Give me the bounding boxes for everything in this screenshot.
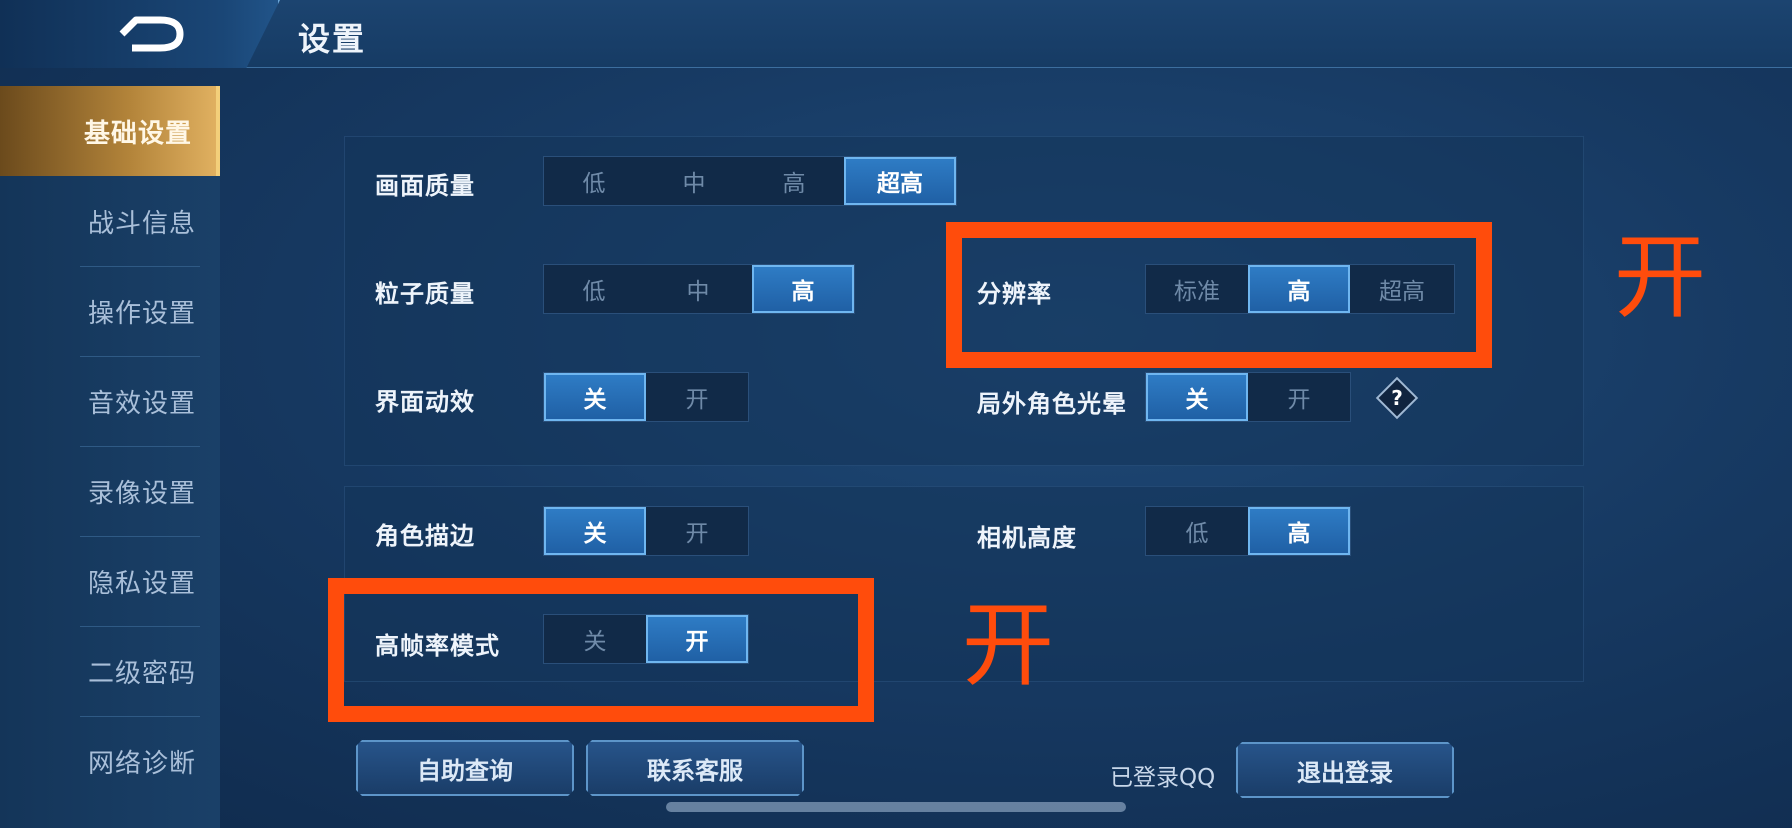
back-area — [0, 0, 280, 68]
picture-quality-option-low[interactable]: 低 — [544, 157, 644, 205]
help-icon-glyph: ? — [1391, 386, 1403, 410]
hero-glow-option-on[interactable]: 开 — [1248, 373, 1350, 421]
sidebar-item-sound[interactable]: 音效设置 — [0, 356, 220, 446]
contact-support-button[interactable]: 联系客服 — [586, 740, 804, 796]
sidebar-item-network[interactable]: 网络诊断 — [0, 716, 220, 806]
resolution-highlight-box — [946, 222, 1492, 368]
particle-quality-option-high[interactable]: 高 — [752, 265, 854, 313]
particle-quality-label: 粒子质量 — [375, 280, 475, 308]
picture-quality-option-high[interactable]: 高 — [744, 157, 844, 205]
camera-height-option-low[interactable]: 低 — [1146, 507, 1248, 555]
self-service-button[interactable]: 自助查询 — [356, 740, 574, 796]
fps-highlight-box — [328, 578, 874, 722]
outline-toggle: 关 开 — [543, 506, 749, 556]
ui-animation-toggle: 关 开 — [543, 372, 749, 422]
sidebar-item-battle-info[interactable]: 战斗信息 — [0, 176, 220, 266]
ui-animation-label: 界面动效 — [375, 388, 475, 416]
ui-animation-option-off[interactable]: 关 — [544, 373, 646, 421]
picture-quality-selector: 低 中 高 超高 — [543, 156, 957, 206]
sidebar: 基础设置 战斗信息 操作设置 音效设置 录像设置 隐私设置 二级密码 网络诊断 — [0, 86, 220, 828]
camera-height-option-high[interactable]: 高 — [1248, 507, 1350, 555]
resolution-highlight-note: 开 — [1614, 224, 1707, 331]
fps-highlight-note: 开 — [962, 592, 1055, 699]
outline-label: 角色描边 — [375, 522, 475, 550]
page-title: 设置 — [298, 20, 367, 58]
hero-glow-option-off[interactable]: 关 — [1146, 373, 1248, 421]
sidebar-item-privacy[interactable]: 隐私设置 — [0, 536, 220, 626]
outline-option-off[interactable]: 关 — [544, 507, 646, 555]
login-status: 已登录QQ — [1110, 765, 1216, 791]
picture-quality-option-ultra[interactable]: 超高 — [844, 157, 956, 205]
particle-quality-option-medium[interactable]: 中 — [644, 265, 752, 313]
sidebar-item-replay[interactable]: 录像设置 — [0, 446, 220, 536]
camera-height-toggle: 低 高 — [1145, 506, 1351, 556]
ui-animation-option-on[interactable]: 开 — [646, 373, 748, 421]
sidebar-item-controls[interactable]: 操作设置 — [0, 266, 220, 356]
sidebar-item-basic[interactable]: 基础设置 — [0, 86, 220, 176]
particle-quality-option-low[interactable]: 低 — [544, 265, 644, 313]
particle-quality-selector: 低 中 高 — [543, 264, 855, 314]
picture-quality-label: 画面质量 — [375, 172, 475, 200]
home-indicator — [666, 802, 1126, 812]
top-bar: 设置 — [0, 0, 1792, 68]
hero-glow-label: 局外角色光晕 — [977, 390, 1127, 418]
hero-glow-toggle: 关 开 — [1145, 372, 1351, 422]
back-arrow-icon[interactable] — [118, 14, 186, 54]
logout-button[interactable]: 退出登录 — [1236, 742, 1454, 798]
camera-height-label: 相机高度 — [977, 524, 1077, 552]
picture-quality-option-medium[interactable]: 中 — [644, 157, 744, 205]
sidebar-item-secondary-password[interactable]: 二级密码 — [0, 626, 220, 716]
outline-option-on[interactable]: 开 — [646, 507, 748, 555]
